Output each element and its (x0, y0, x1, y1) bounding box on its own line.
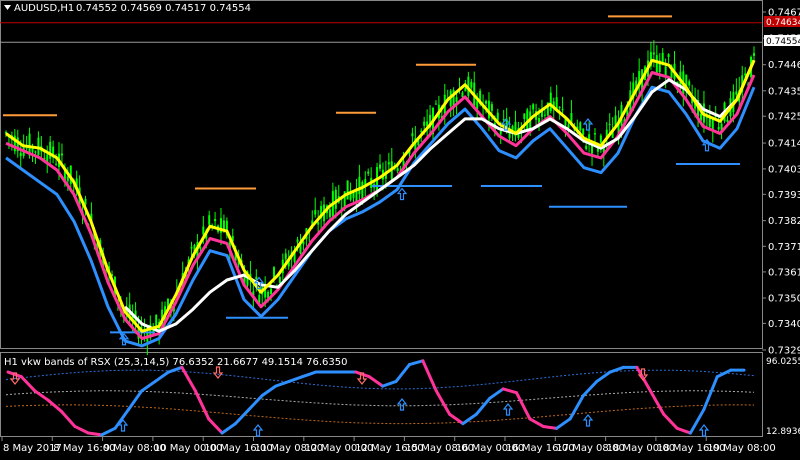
red-price-label: 0.74634 (766, 18, 800, 28)
candle-body (744, 73, 747, 76)
candle-body (255, 276, 258, 280)
candle-body (334, 189, 337, 209)
candle-body (49, 141, 52, 159)
price-tick-label: 0.74035 (768, 164, 800, 175)
price-tick-label: 0.74462 (768, 60, 800, 71)
candle-body (523, 113, 526, 119)
candle-body (60, 153, 63, 156)
candle-body (608, 124, 611, 126)
candle-body (717, 126, 720, 130)
candle-body (387, 162, 390, 165)
candle-body (558, 106, 561, 108)
candle-body (34, 151, 37, 153)
current-price-label: 0.74554 (766, 37, 800, 47)
candle-body (379, 164, 381, 169)
candle-body (593, 133, 596, 135)
price-tick-label: 0.73613 (768, 267, 800, 278)
candle-body (208, 215, 211, 225)
candle-body (532, 104, 535, 110)
candle-body (753, 53, 755, 56)
candle-body (579, 122, 582, 131)
indicator-top-tick: 96.0255 (766, 357, 800, 367)
rsx-line-segment (86, 431, 104, 437)
candle-body (549, 92, 552, 112)
candle-body (582, 128, 585, 135)
candle-body (485, 100, 488, 104)
price-tick-label: 0.73823 (768, 216, 800, 227)
candle-body (434, 103, 437, 105)
candle-body (470, 81, 473, 88)
candle-body (296, 239, 299, 242)
candle-body (270, 288, 273, 294)
indicator-bottom-tick: 12.8936 (766, 427, 800, 437)
candle-body (396, 168, 399, 172)
candle-body (455, 97, 458, 103)
candle-body (317, 222, 320, 225)
ohlc-values: 0.74552 0.74569 0.74517 0.74554 (76, 3, 251, 14)
price-tick-label: 0.73402 (768, 319, 800, 330)
candle-body (423, 121, 426, 126)
candle-body (667, 54, 670, 58)
candle-body (314, 210, 317, 215)
symbol-label: AUDUSD,H1 (14, 3, 74, 14)
price-tick-label: 0.74141 (768, 139, 800, 150)
candle-body (726, 119, 729, 122)
price-tick-label: 0.74355 (768, 86, 800, 97)
price-tick-label: 0.73293 (768, 346, 800, 357)
price-tick-label: 0.74251 (768, 112, 800, 123)
price-tick-label: 0.73506 (768, 294, 800, 305)
candle-body (655, 55, 658, 73)
candle-body (202, 226, 205, 235)
candle-body (284, 253, 287, 260)
candle-body (502, 119, 505, 121)
candle-body (688, 81, 691, 86)
indicator-label: H1 vkw bands of RSX (25,3,14,5) 76.6352 … (4, 357, 347, 368)
candle-body (411, 133, 414, 137)
time-tick-label: 19 May 08:00 (707, 443, 776, 454)
candle-body (190, 246, 193, 249)
candle-body (155, 314, 158, 327)
candle-body (476, 100, 479, 110)
candle-body (214, 218, 217, 222)
candle-body (561, 109, 564, 111)
candle-body (543, 114, 546, 116)
candle-body (328, 209, 331, 218)
candle-body (490, 104, 493, 111)
candle-body (346, 180, 349, 200)
rsx-line-segment (541, 424, 559, 430)
candle-body (461, 92, 464, 98)
candle-body (367, 171, 370, 174)
price-tick-label: 0.73931 (768, 190, 800, 201)
candle-body (278, 277, 281, 283)
candle-body (19, 152, 22, 157)
candle-body (735, 91, 738, 95)
candle-body (599, 135, 602, 143)
candle-body (199, 246, 202, 249)
price-tick-label: 0.73718 (768, 242, 800, 253)
candle-body (420, 130, 423, 132)
candle-body (585, 145, 588, 150)
candle-body (358, 176, 361, 195)
candle-body (55, 163, 58, 165)
candle-body (464, 87, 467, 92)
chart-canvas[interactable]: AUDUSD,H1 0.74552 0.74569 0.74517 0.7455… (0, 0, 800, 456)
candle-body (37, 137, 40, 155)
candle-body (652, 52, 655, 55)
